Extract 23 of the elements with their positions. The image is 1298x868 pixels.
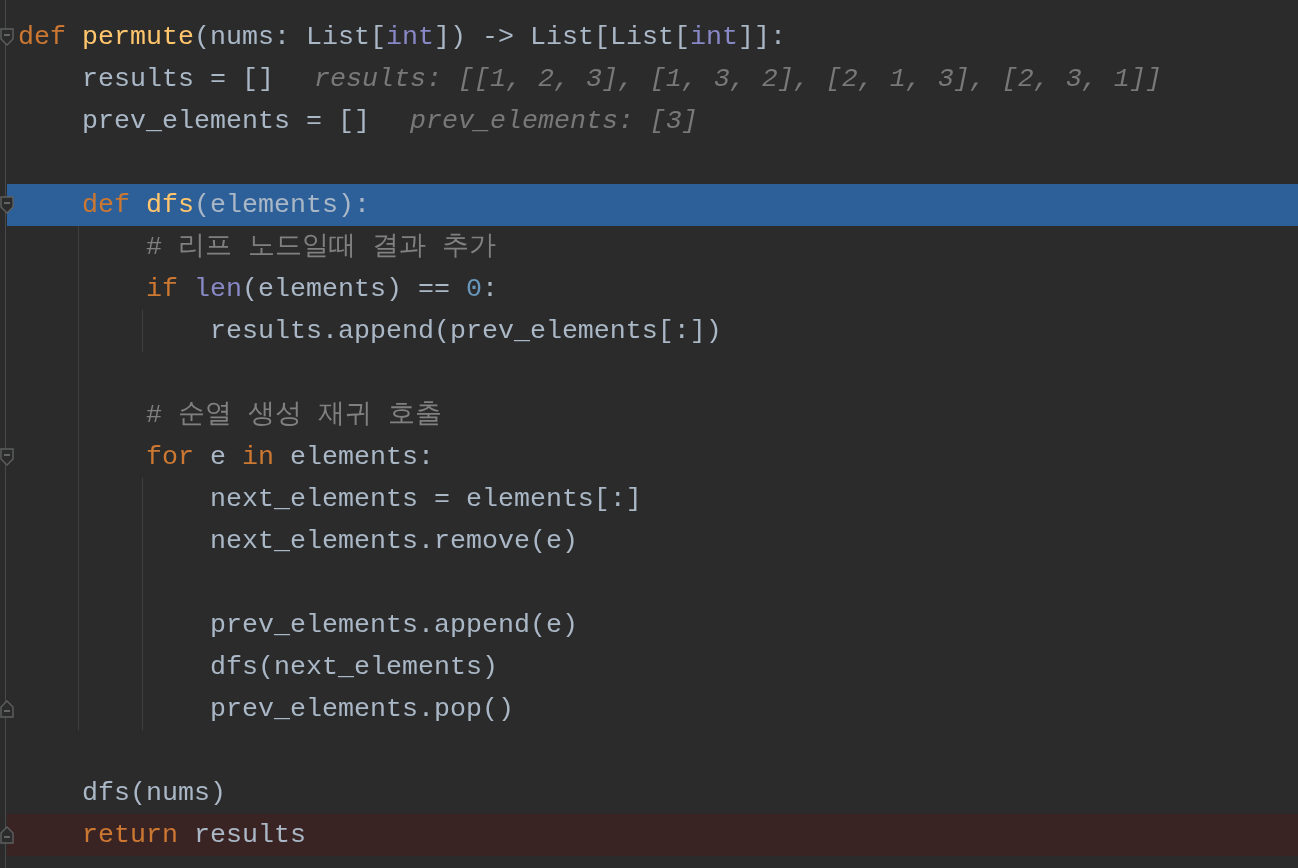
code-line: prev_elements.pop()	[208, 693, 514, 726]
fold-marker-icon[interactable]	[0, 448, 14, 466]
code-line: prev_elements.append(e)	[208, 609, 578, 642]
code-line: def dfs(elements):	[81, 189, 370, 222]
code-line: next_elements = elements[:]	[208, 483, 642, 516]
code-line: results.append(prev_elements[:])	[208, 315, 722, 348]
fold-marker-icon[interactable]	[0, 196, 14, 214]
code-line: dfs(nums)	[81, 777, 226, 810]
fold-marker-icon[interactable]	[0, 700, 14, 718]
fold-marker-icon[interactable]	[0, 28, 14, 46]
code-line: prev_elements = []	[81, 105, 370, 138]
code-line: results = []	[81, 63, 274, 96]
code-line: def permute(nums: List[int]) -> List[List[int]]:	[18, 21, 786, 54]
code-line: for e in elements:	[144, 441, 434, 474]
code-line: dfs(next_elements)	[208, 651, 498, 684]
code-comment: # 리프 노드일때 결과 추가	[144, 231, 496, 264]
code-comment: # 순열 생성 재귀 호출	[144, 399, 442, 432]
inline-value-hint: results: [[1, 2, 3], [1, 3, 2], [2, 1, 3], [2, 3, 1]]	[313, 63, 1162, 96]
code-line: next_elements.remove(e)	[208, 525, 578, 558]
inline-value-hint: prev_elements: [3]	[409, 105, 698, 138]
code-line: return results	[81, 819, 306, 852]
code-line: if len(elements) == 0:	[144, 273, 498, 306]
fold-marker-icon[interactable]	[0, 826, 14, 844]
